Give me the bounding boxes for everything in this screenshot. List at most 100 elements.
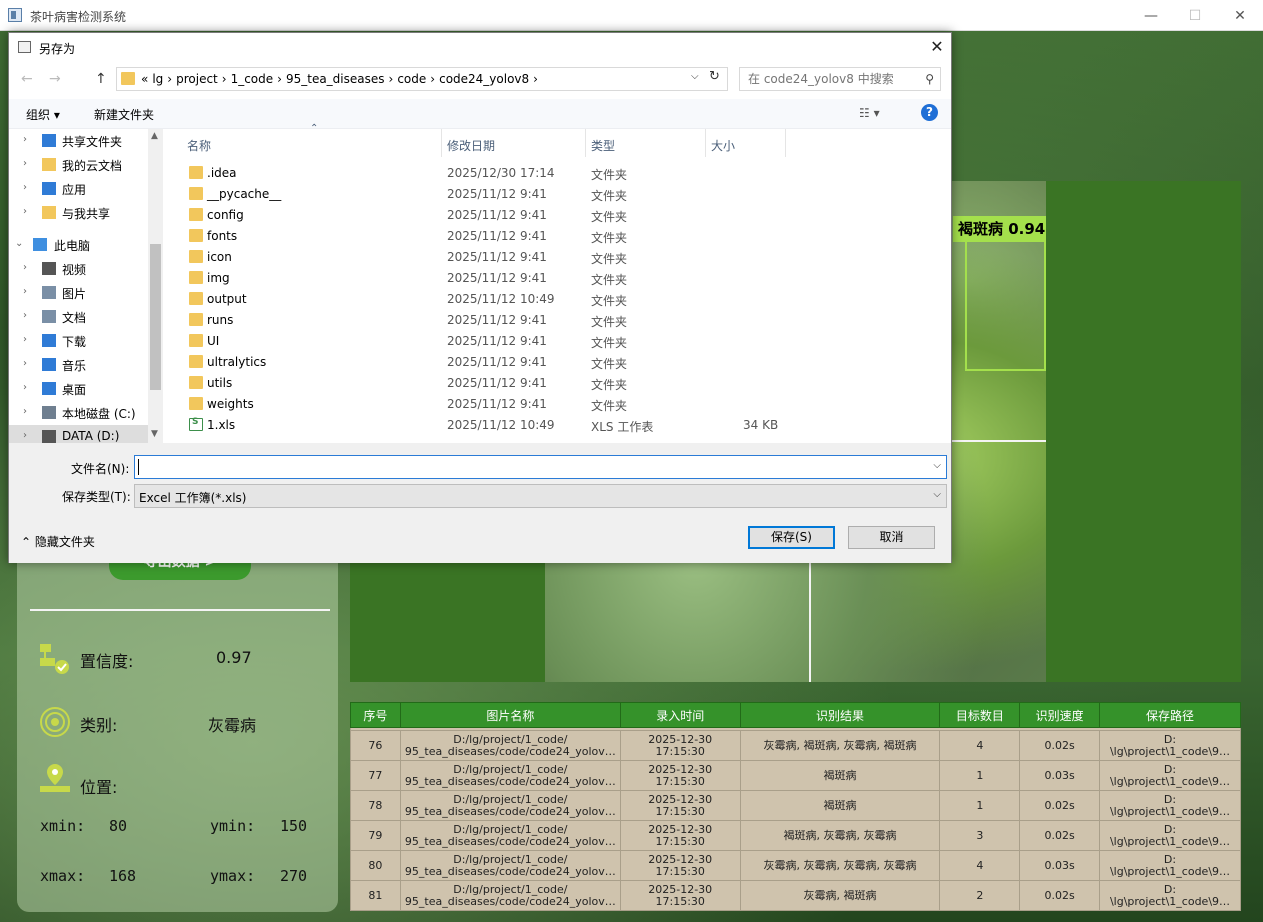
column-header[interactable]: 识别速度 bbox=[1019, 702, 1101, 728]
scroll-down-icon[interactable]: ▼ bbox=[151, 429, 158, 439]
nav-item[interactable]: › 桌面 bbox=[9, 377, 149, 401]
address-dropdown-button[interactable]: ⌵ bbox=[691, 71, 699, 82]
chevron-down-icon[interactable]: ⌄ bbox=[15, 238, 23, 249]
row-speed[interactable]: 0.03s bbox=[1019, 850, 1101, 881]
row-image-name[interactable]: D:/lg/project/1_code/95_tea_diseases/cod… bbox=[399, 730, 621, 761]
dialog-close-button[interactable]: ✕ bbox=[927, 37, 947, 57]
row-time[interactable]: 2025-12-30 17:15:30 bbox=[619, 760, 741, 791]
table-row[interactable]: 78 D:/lg/project/1_code/95_tea_diseases/c… bbox=[350, 790, 1241, 821]
row-speed[interactable]: 0.03s bbox=[1019, 760, 1101, 791]
row-image-name[interactable]: D:/lg/project/1_code/95_tea_diseases/cod… bbox=[399, 790, 621, 821]
breadcrumb-item[interactable]: project bbox=[176, 72, 218, 86]
table-row[interactable]: 81 D:/lg/project/1_code/95_tea_diseases/c… bbox=[350, 880, 1241, 911]
chevron-right-icon[interactable]: › bbox=[23, 358, 27, 369]
chevron-right-icon[interactable]: › bbox=[23, 286, 27, 297]
help-button[interactable]: ? bbox=[921, 104, 938, 121]
refresh-button[interactable]: ↻ bbox=[709, 69, 720, 84]
row-count[interactable]: 3 bbox=[939, 820, 1021, 851]
column-header[interactable]: 识别结果 bbox=[739, 702, 941, 728]
row-id[interactable]: 78 bbox=[350, 790, 401, 821]
column-header[interactable]: 保存路径 bbox=[1099, 702, 1241, 728]
file-row[interactable]: ultralytics 2025/11/12 9:41 文件夹 bbox=[169, 352, 789, 373]
chevron-right-icon[interactable]: › bbox=[23, 310, 27, 321]
search-box[interactable]: ⚲ bbox=[739, 67, 941, 91]
row-count[interactable]: 4 bbox=[939, 850, 1021, 881]
breadcrumb-separator[interactable]: › bbox=[430, 72, 435, 86]
column-divider[interactable] bbox=[441, 129, 442, 157]
column-divider[interactable] bbox=[785, 129, 786, 157]
chevron-right-icon[interactable]: › bbox=[23, 134, 27, 145]
column-type[interactable]: 类型 bbox=[591, 137, 615, 154]
search-input[interactable] bbox=[748, 69, 918, 89]
breadcrumb-separator[interactable]: › bbox=[389, 72, 394, 86]
column-size[interactable]: 大小 bbox=[711, 137, 735, 154]
breadcrumb-separator[interactable]: « bbox=[141, 72, 148, 86]
row-count[interactable]: 2 bbox=[939, 880, 1021, 911]
row-time[interactable]: 2025-12-30 17:15:30 bbox=[619, 730, 741, 761]
nav-item[interactable]: › 下载 bbox=[9, 329, 149, 353]
row-path[interactable]: D: \lg\project\1_code\9… bbox=[1099, 850, 1241, 881]
file-row[interactable]: utils 2025/11/12 9:41 文件夹 bbox=[169, 373, 789, 394]
file-row[interactable]: img 2025/11/12 9:41 文件夹 bbox=[169, 268, 789, 289]
nav-item[interactable]: › 与我共享 bbox=[9, 201, 149, 225]
chevron-right-icon[interactable]: › bbox=[23, 206, 27, 217]
row-count[interactable]: 4 bbox=[939, 730, 1021, 761]
column-divider[interactable] bbox=[585, 129, 586, 157]
scrollbar-thumb[interactable] bbox=[150, 244, 161, 390]
forward-button[interactable]: → bbox=[49, 71, 61, 87]
column-date[interactable]: 修改日期 bbox=[447, 137, 495, 154]
breadcrumb-item[interactable]: lg bbox=[152, 72, 163, 86]
row-path[interactable]: D: \lg\project\1_code\9… bbox=[1099, 790, 1241, 821]
file-row[interactable]: weights 2025/11/12 9:41 文件夹 bbox=[169, 394, 789, 415]
table-row[interactable]: 77 D:/lg/project/1_code/95_tea_diseases/c… bbox=[350, 760, 1241, 791]
row-id[interactable]: 80 bbox=[350, 850, 401, 881]
row-speed[interactable]: 0.02s bbox=[1019, 730, 1101, 761]
scroll-up-icon[interactable]: ▲ bbox=[151, 131, 158, 141]
row-time[interactable]: 2025-12-30 17:15:30 bbox=[619, 790, 741, 821]
row-result[interactable]: 灰霉病, 褐斑病, 灰霉病, 褐斑病 bbox=[739, 730, 941, 761]
breadcrumb-separator[interactable]: › bbox=[167, 72, 172, 86]
chevron-right-icon[interactable]: › bbox=[23, 262, 27, 273]
column-name[interactable]: 名称 bbox=[187, 137, 211, 154]
hide-folders-toggle[interactable]: ⌃ 隐藏文件夹 bbox=[21, 533, 95, 550]
row-path[interactable]: D: \lg\project\1_code\9… bbox=[1099, 730, 1241, 761]
breadcrumb-item[interactable]: 95_tea_diseases bbox=[286, 72, 385, 86]
column-header[interactable]: 图片名称 bbox=[399, 702, 621, 728]
up-folder-button[interactable]: ↑ bbox=[95, 71, 107, 87]
chevron-right-icon[interactable]: › bbox=[23, 334, 27, 345]
row-speed[interactable]: 0.02s bbox=[1019, 820, 1101, 851]
row-count[interactable]: 1 bbox=[939, 760, 1021, 791]
file-row[interactable]: output 2025/11/12 10:49 文件夹 bbox=[169, 289, 789, 310]
nav-item[interactable]: › 图片 bbox=[9, 281, 149, 305]
row-path[interactable]: D: \lg\project\1_code\9… bbox=[1099, 820, 1241, 851]
file-row[interactable]: UI 2025/11/12 9:41 文件夹 bbox=[169, 331, 789, 352]
row-path[interactable]: D: \lg\project\1_code\9… bbox=[1099, 880, 1241, 911]
file-row[interactable]: 1.xls 2025/11/12 10:49 XLS 工作表 34 KB bbox=[169, 415, 789, 436]
chevron-down-icon[interactable]: ⌵ bbox=[933, 489, 941, 500]
nav-item[interactable]: › 我的云文档 bbox=[9, 153, 149, 177]
chevron-right-icon[interactable]: › bbox=[23, 406, 27, 417]
row-image-name[interactable]: D:/lg/project/1_code/95_tea_diseases/cod… bbox=[399, 880, 621, 911]
nav-item[interactable]: › 应用 bbox=[9, 177, 149, 201]
row-result[interactable]: 灰霉病, 灰霉病, 灰霉病, 灰霉病 bbox=[739, 850, 941, 881]
row-id[interactable]: 76 bbox=[350, 730, 401, 761]
row-count[interactable]: 1 bbox=[939, 790, 1021, 821]
close-button[interactable]: ✕ bbox=[1217, 4, 1263, 28]
save-button[interactable]: 保存(S) bbox=[748, 526, 835, 549]
file-row[interactable]: .idea 2025/12/30 17:14 文件夹 bbox=[169, 163, 789, 184]
row-time[interactable]: 2025-12-30 17:15:30 bbox=[619, 880, 741, 911]
navigation-scrollbar[interactable]: ▲ ▼ bbox=[148, 129, 163, 443]
nav-item[interactable]: › 视频 bbox=[9, 257, 149, 281]
breadcrumb-item[interactable]: code24_yolov8 bbox=[439, 72, 529, 86]
row-path[interactable]: D: \lg\project\1_code\9… bbox=[1099, 760, 1241, 791]
nav-item[interactable]: › 文档 bbox=[9, 305, 149, 329]
view-options-button[interactable]: ☷ ▾ bbox=[859, 106, 880, 120]
cancel-button[interactable]: 取消 bbox=[848, 526, 935, 549]
nav-item[interactable]: ⌄ 此电脑 bbox=[9, 233, 149, 257]
chevron-right-icon[interactable]: › bbox=[23, 182, 27, 193]
row-image-name[interactable]: D:/lg/project/1_code/95_tea_diseases/cod… bbox=[399, 760, 621, 791]
chevron-right-icon[interactable]: › bbox=[23, 158, 27, 169]
file-row[interactable]: icon 2025/11/12 9:41 文件夹 bbox=[169, 247, 789, 268]
maximize-button[interactable]: ☐ bbox=[1172, 4, 1218, 28]
address-bar[interactable]: «lg › project › 1_code › 95_tea_diseases › code ›… bbox=[116, 67, 728, 91]
